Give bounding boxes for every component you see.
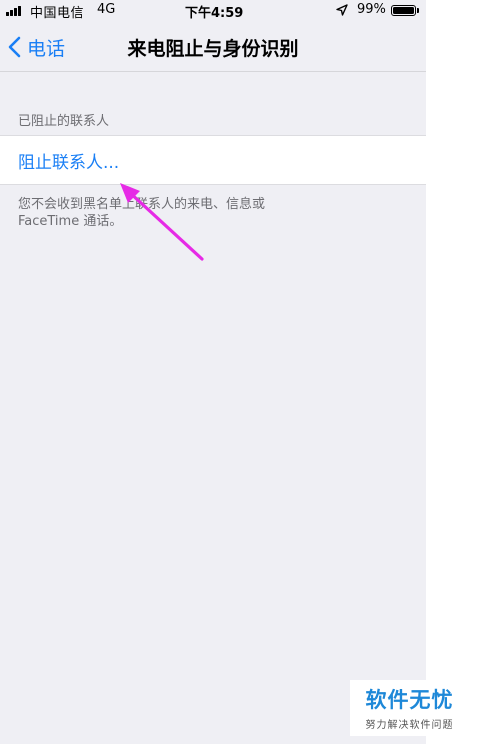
battery-icon (391, 5, 416, 16)
section-header: 已阻止的联系人 (18, 114, 110, 129)
watermark-subtitle: 努力解决软件问题 (365, 720, 454, 731)
navigation-bar: 电话 来电阻止与身份识别 (0, 22, 426, 72)
battery-percentage: 99% (357, 2, 386, 17)
location-arrow-icon (336, 4, 348, 16)
status-time: 下午4:59 (185, 6, 244, 21)
block-contact-button[interactable]: 阻止联系人... (18, 148, 119, 173)
battery-level-fill (393, 7, 414, 14)
blocked-contacts-group: 阻止联系人... (0, 135, 426, 185)
carrier-name: 中国电信 (30, 6, 85, 21)
network-type: 4G (97, 2, 116, 17)
chevron-left-icon (8, 36, 21, 58)
signal-strength-icon (6, 6, 26, 16)
back-button-label: 电话 (27, 37, 66, 60)
battery-cap (417, 8, 419, 13)
section-footer: 您不会收到黑名单上联系人的来电、信息或 FaceTime 通话。 (18, 197, 266, 229)
settings-screen: 中国电信 4G 下午4:59 99% 电话 来电阻止与身份识别 已阻止的联系人 … (0, 0, 426, 744)
watermark: 软件无忧 努力解决软件问题 (350, 680, 469, 736)
status-bar: 中国电信 4G 下午4:59 99% (0, 0, 426, 22)
watermark-title: 软件无忧 (365, 688, 454, 712)
back-button[interactable]: 电话 (8, 34, 65, 60)
